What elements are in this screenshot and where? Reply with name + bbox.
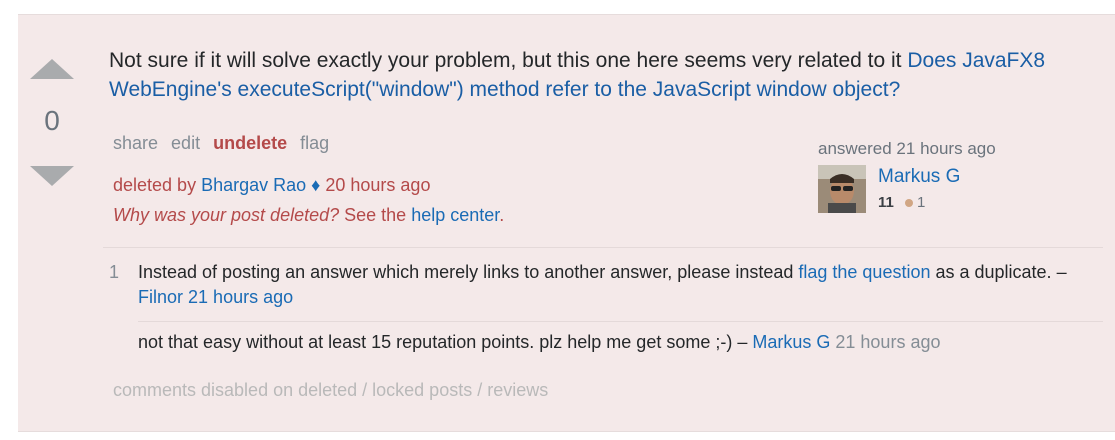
- comments-disabled-notice: comments disabled on deleted / locked po…: [113, 380, 549, 400]
- deleted-see-label: See the: [344, 205, 407, 225]
- deleted-why-question: Why was your post deleted?: [113, 205, 340, 225]
- flag-question-link[interactable]: flag the question: [798, 262, 930, 282]
- answered-time: answered 21 hours ago: [818, 139, 996, 158]
- post-menu: share edit undelete flag: [113, 133, 337, 154]
- undelete-link[interactable]: undelete: [213, 133, 287, 153]
- comments-section: 1 Instead of posting an answer which mer…: [103, 247, 1103, 352]
- comment-divider: [138, 321, 1103, 322]
- flag-link[interactable]: flag: [300, 133, 329, 153]
- deleted-notice: deleted by Bhargav Rao ♦ 20 hours ago: [113, 175, 430, 196]
- deleted-dot: .: [499, 205, 505, 225]
- post-text: Not sure if it will solve exactly your p…: [109, 49, 908, 72]
- share-link[interactable]: share: [113, 133, 158, 153]
- deleted-prefix: deleted by: [113, 175, 202, 195]
- vote-up-arrow-icon[interactable]: [30, 59, 74, 79]
- moderator-diamond-icon: ♦: [311, 175, 321, 195]
- help-center-link[interactable]: help center: [411, 205, 499, 225]
- deleted-reason: Why was your post deleted? See the help …: [113, 205, 504, 226]
- comment: 1 Instead of posting an answer which mer…: [103, 260, 1103, 310]
- avatar[interactable]: [818, 165, 866, 213]
- comment: not that easy without at least 15 reputa…: [103, 330, 1103, 360]
- comment-user-link[interactable]: Markus G: [752, 332, 830, 352]
- bronze-count: 1: [917, 194, 926, 211]
- comment-time: 21 hours ago: [835, 332, 941, 352]
- user-name-link[interactable]: Markus G: [878, 166, 960, 188]
- comment-body: Instead of posting an answer which merel…: [138, 262, 799, 282]
- user-reputation: 11: [878, 194, 894, 211]
- edit-link[interactable]: edit: [171, 133, 200, 153]
- comment-time-link[interactable]: 21 hours ago: [188, 287, 293, 307]
- comment-score: 1: [109, 262, 120, 282]
- bronze-badge: 1: [905, 194, 925, 211]
- comment-text: Instead of posting an answer which merel…: [138, 260, 1098, 310]
- comment-text: not that easy without at least 15 reputa…: [138, 330, 1098, 355]
- comment-user-link[interactable]: Filnor: [138, 287, 183, 307]
- deleted-by-user-link[interactable]: Bhargav Rao: [201, 175, 306, 195]
- bronze-badge-icon: [905, 199, 913, 208]
- vote-down-arrow-icon[interactable]: [30, 166, 74, 186]
- vote-count: 0: [44, 105, 60, 136]
- deleted-time: 20 hours ago: [325, 175, 431, 195]
- comment-body-end: as a duplicate. –: [930, 262, 1067, 282]
- comment-body: not that easy without at least 15 reputa…: [138, 332, 753, 352]
- answer-post: 0 Not sure if it will solve exactly your…: [18, 14, 1115, 432]
- post-body: Not sure if it will solve exactly your p…: [109, 46, 1099, 104]
